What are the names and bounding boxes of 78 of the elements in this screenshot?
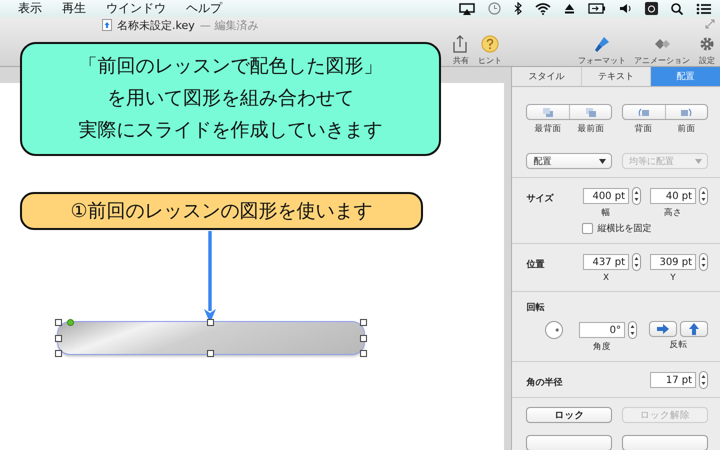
stepper-icon — [699, 187, 708, 205]
section-label: 回転 — [526, 302, 544, 313]
input-method-icon — [645, 2, 658, 15]
bluetooth-icon — [514, 2, 522, 15]
edited-status: — 編集済み — [200, 18, 258, 32]
field-caption: 反転 — [670, 339, 688, 351]
fullscreen-icon — [705, 19, 715, 29]
segmented-control[interactable] — [622, 104, 708, 120]
layers-icon — [638, 106, 650, 118]
callout-text: を用いて図形を組み合わせて — [107, 86, 354, 111]
field-caption: 角度 — [593, 341, 611, 353]
airplay-icon — [459, 2, 475, 14]
ungroup-button[interactable] — [622, 435, 708, 450]
rotation-dial[interactable] — [545, 321, 563, 339]
layers-icon — [542, 106, 554, 118]
callout-step: ①前回のレッスンの図形を使います — [20, 192, 423, 230]
section-label: 位置 — [526, 258, 544, 271]
toolbar-button[interactable]: ヒント — [478, 35, 502, 66]
toolbar-button[interactable]: 共有 — [452, 35, 470, 66]
document-icon — [102, 19, 112, 31]
window-title: 名称未設定.key — [117, 18, 195, 32]
section-label: サイズ — [526, 192, 554, 205]
menu-item[interactable]: ウインドウ — [106, 0, 166, 17]
layers-icon — [584, 106, 597, 118]
section-label: 角の半径 — [526, 376, 562, 389]
clock-icon — [488, 2, 501, 15]
stepper-icon — [632, 187, 641, 205]
caret-icon — [599, 158, 606, 164]
caret-icon — [695, 158, 702, 164]
stepper-icon — [628, 321, 637, 339]
menu-item[interactable]: 再生 — [62, 0, 86, 17]
up-arrow-icon — [689, 323, 699, 335]
button-caption: 前面 — [676, 123, 696, 135]
button-caption: 最前面 — [576, 123, 606, 135]
lock-button[interactable]: ロック — [526, 407, 612, 423]
button-caption: 最背面 — [533, 123, 562, 135]
toolbar-button[interactable]: 設定 — [698, 35, 716, 66]
field-caption: X — [603, 273, 609, 283]
stepper-icon — [632, 253, 641, 271]
number-field[interactable]: 309 pt — [650, 254, 696, 270]
field-caption: Y — [670, 273, 676, 283]
number-field[interactable]: 437 pt — [583, 254, 629, 270]
paintbrush-icon — [593, 35, 611, 53]
dropdown[interactable]: 配置 — [526, 153, 612, 169]
help-icon — [481, 35, 499, 53]
wifi-icon — [535, 2, 551, 14]
toolbar-button[interactable]: フォーマット — [578, 35, 626, 66]
segmented-control[interactable] — [526, 104, 612, 120]
toolbar-button[interactable]: アニメーション — [634, 35, 690, 66]
field-caption: 幅 — [602, 207, 610, 219]
number-field[interactable]: 17 pt — [650, 372, 696, 388]
number-field[interactable]: 0° — [579, 322, 625, 338]
number-field[interactable]: 400 pt — [583, 188, 629, 204]
button-caption: 背面 — [634, 123, 654, 135]
rounded-bar-shape[interactable] — [58, 322, 364, 354]
menu-item[interactable]: 表示 — [18, 0, 42, 17]
flip-horizontal-button[interactable] — [649, 321, 677, 337]
callout-text: 「前回のレッスンで配色した図形」 — [78, 54, 382, 79]
flip-vertical-button[interactable] — [680, 321, 708, 337]
right-arrow-icon — [657, 324, 669, 334]
inspector-tab[interactable]: スタイル — [512, 67, 582, 86]
battery-icon — [588, 3, 606, 14]
inspector-tab[interactable]: テキスト — [582, 67, 652, 86]
search-icon — [671, 2, 683, 14]
group-button[interactable] — [526, 435, 612, 450]
checkbox[interactable] — [582, 223, 594, 234]
eject-icon — [564, 3, 575, 14]
menu-item[interactable]: ヘルプ — [186, 0, 222, 17]
callout-text: 実際にスライドを作成していきます — [78, 118, 382, 143]
field-caption: 高さ — [664, 207, 682, 219]
menu-icon — [696, 2, 712, 14]
stepper-icon — [699, 253, 708, 271]
speaker-icon — [619, 3, 632, 14]
number-field[interactable]: 40 pt — [650, 188, 696, 204]
stepper-icon — [699, 371, 708, 389]
layers-icon — [680, 106, 692, 118]
settings-icon — [698, 35, 716, 53]
checkbox-label: 縦横比を固定 — [597, 222, 652, 235]
